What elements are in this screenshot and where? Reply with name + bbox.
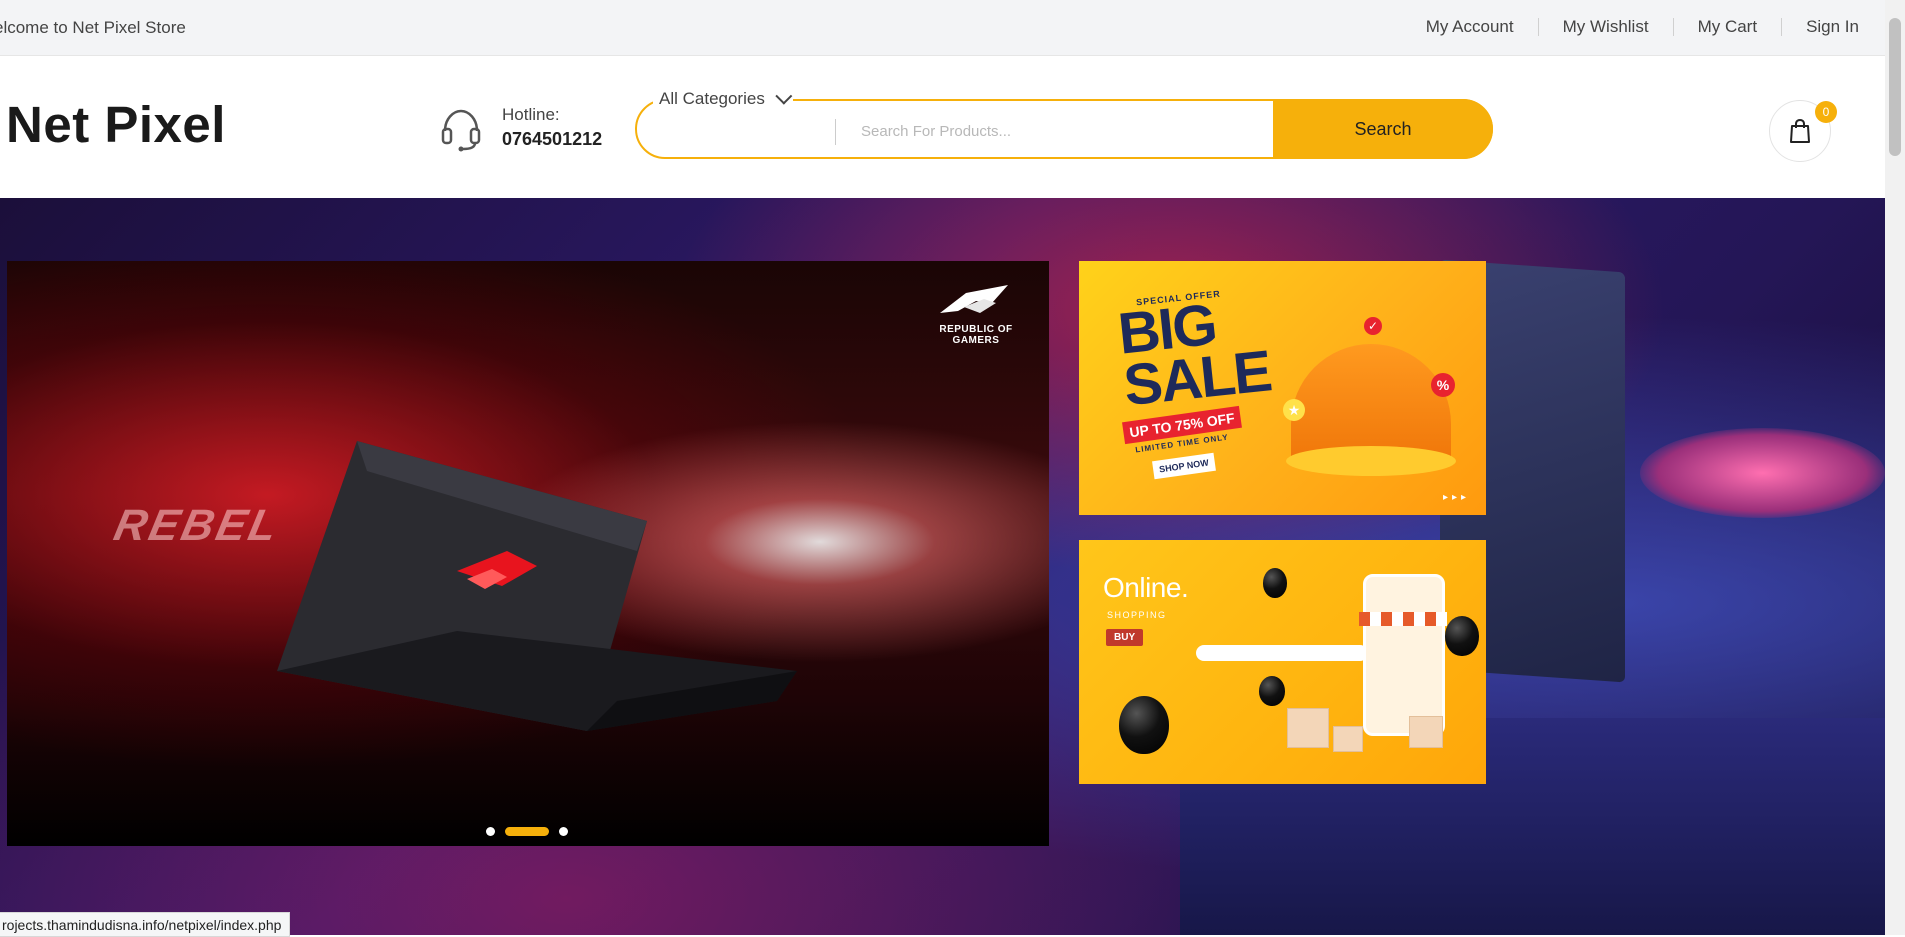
rog-logo: REPUBLIC OF GAMERS <box>921 279 1031 346</box>
category-select-label: All Categories <box>659 89 765 108</box>
balloon-icon <box>1259 676 1285 706</box>
package-box-graphic <box>1287 708 1329 748</box>
site-logo[interactable]: Net Pixel <box>6 95 226 154</box>
background-figure-stand <box>1640 428 1885 518</box>
arrows-icon: ▸▸▸ <box>1442 492 1470 503</box>
shop-awning-graphic <box>1359 612 1447 626</box>
star-icon: ★ <box>1283 399 1305 421</box>
check-icon: ✓ <box>1364 317 1382 335</box>
balloon-icon <box>1445 616 1479 656</box>
balloon-icon <box>1263 568 1287 598</box>
rog-eye-icon <box>940 285 1008 313</box>
welcome-text: elcome to Net Pixel Store <box>0 18 186 37</box>
search-bar: All Categories Search <box>635 87 1493 159</box>
shopping-bag-icon <box>1790 118 1810 143</box>
slider-dot-2[interactable] <box>505 827 549 836</box>
slider-dot-3[interactable] <box>559 827 568 836</box>
sale-podium-graphic <box>1286 446 1456 476</box>
category-select[interactable]: All Categories <box>653 87 793 109</box>
cart-count-badge: 0 <box>1815 101 1837 123</box>
buy-button[interactable]: BUY <box>1106 629 1144 646</box>
my-account-link[interactable]: My Account <box>1402 18 1538 36</box>
slider-dot-1[interactable] <box>486 827 495 836</box>
top-bar: elcome to Net Pixel Store My Account My … <box>0 0 1885 56</box>
sign-in-link[interactable]: Sign In <box>1781 18 1859 36</box>
sale-text: SALE <box>1120 338 1274 419</box>
online-text: Online. <box>1103 572 1189 603</box>
hero-section: REPUBLIC OF GAMERS REBEL SPECIAL OFFER B… <box>0 198 1885 935</box>
search-button[interactable]: Search <box>1273 99 1493 159</box>
headset-icon <box>441 109 481 152</box>
shopping-text: SHOPPING <box>1107 610 1167 620</box>
rog-text: REPUBLIC OF GAMERS <box>939 324 1013 346</box>
online-shopping-banner[interactable]: Online. SHOPPING BUY <box>1079 540 1486 784</box>
search-divider <box>835 119 836 145</box>
package-box-graphic <box>1409 716 1443 748</box>
search-input[interactable] <box>859 115 1273 147</box>
my-cart-link[interactable]: My Cart <box>1672 18 1782 36</box>
big-sale-text: BIG SALE <box>1115 292 1274 419</box>
hotline-label: Hotline: <box>502 105 560 124</box>
my-wishlist-link[interactable]: My Wishlist <box>1537 18 1673 36</box>
main-slider[interactable]: REPUBLIC OF GAMERS REBEL <box>7 261 1049 846</box>
balloon-icon <box>1119 696 1169 754</box>
hotline-number[interactable]: 0764501212 <box>502 129 602 150</box>
slider-dots <box>486 827 568 836</box>
top-links: My Account My Wishlist My Cart Sign In <box>1402 18 1859 36</box>
sale-dome-graphic <box>1291 344 1451 460</box>
big-sale-banner[interactable]: SPECIAL OFFER BIG SALE UP TO 75% OFF LIM… <box>1079 261 1486 515</box>
shop-now-button[interactable]: SHOP NOW <box>1152 452 1216 480</box>
site-header: Net Pixel Hotline: 0764501212 All Catego… <box>0 63 1885 198</box>
chevron-down-icon <box>775 87 793 105</box>
package-box-graphic <box>1333 726 1363 752</box>
status-bar-url: rojects.thamindudisna.info/netpixel/inde… <box>0 912 291 937</box>
search-bar-graphic <box>1196 645 1368 661</box>
scrollbar-thumb[interactable] <box>1889 18 1901 156</box>
percent-icon: % <box>1431 373 1455 397</box>
page-scrollbar[interactable] <box>1885 0 1905 935</box>
phone-shop-graphic <box>1363 574 1445 736</box>
gaming-laptop-image <box>277 441 797 731</box>
